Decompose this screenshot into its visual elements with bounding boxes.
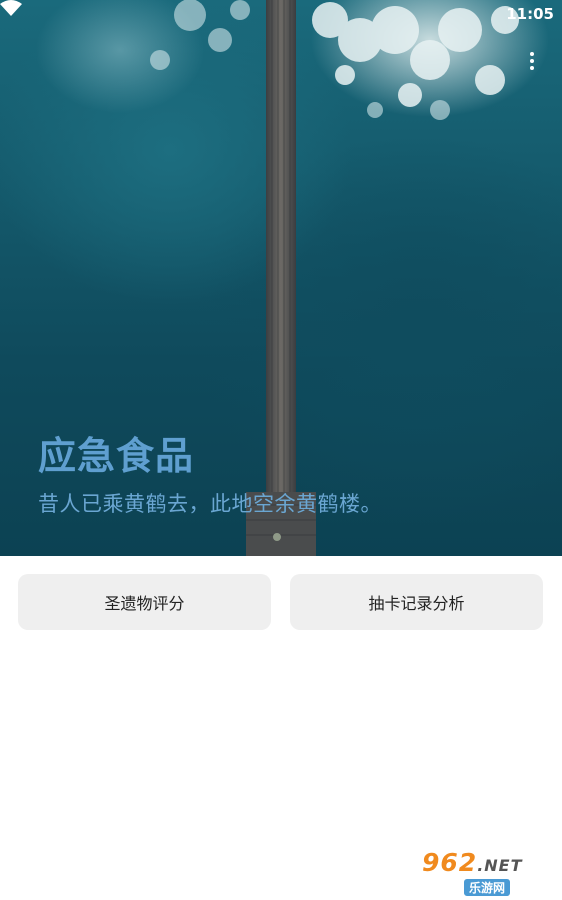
watermark-logo-text: 962.NET bbox=[422, 850, 523, 879]
page-title: 应急食品 bbox=[38, 434, 195, 478]
watermark-domain: .NET bbox=[477, 856, 523, 875]
gacha-analysis-button[interactable]: 抽卡记录分析 bbox=[290, 574, 543, 630]
wifi-icon bbox=[0, 0, 22, 16]
page-subtitle: 昔人已乘黄鹤去，此地空余黄鹤楼。 bbox=[38, 492, 382, 516]
watermark-number: 962 bbox=[422, 848, 478, 877]
more-vert-icon[interactable] bbox=[522, 50, 542, 74]
status-time: 11:05 bbox=[506, 5, 554, 23]
hero-banner: 11:05 应急食品 昔人已乘黄鹤去，此地空余黄鹤楼。 bbox=[0, 0, 562, 556]
relic-score-button[interactable]: 圣遗物评分 bbox=[18, 574, 271, 630]
watermark-logo: 962.NET 乐游网 bbox=[422, 850, 556, 896]
watermark-name: 乐游网 bbox=[464, 879, 511, 896]
